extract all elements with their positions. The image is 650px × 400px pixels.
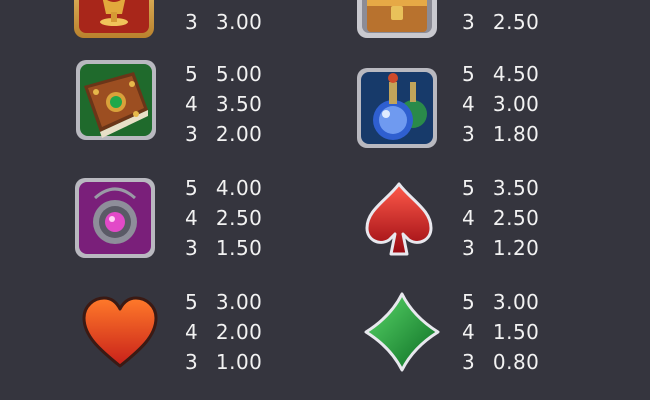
pay-value: 3.50: [215, 92, 263, 116]
pay-value: 5.00: [215, 62, 263, 86]
pay-row: 3 2.50: [462, 8, 539, 36]
pay-row: 4 2.50: [462, 204, 539, 232]
pay-count: 3: [185, 350, 199, 374]
pay-value: 3.00: [492, 92, 540, 116]
pay-row: 5 4.00: [185, 174, 262, 202]
pay-row: 5 4.50: [462, 60, 539, 88]
pay-count: 4: [185, 206, 199, 230]
golden-chalice-icon: [72, 0, 156, 40]
spell-book-icon: [74, 58, 158, 142]
pay-value: 4.00: [215, 176, 263, 200]
pay-count: 3: [185, 122, 199, 146]
pay-row: 4 2.50: [185, 204, 262, 232]
pay-value: 2.00: [215, 122, 263, 146]
pay-value: 1.00: [215, 350, 263, 374]
amulet-icon: [73, 176, 157, 260]
pay-value: 2.50: [492, 206, 540, 230]
pay-count: 3: [462, 350, 476, 374]
paytable-page: 3 3.00 3 2.50 5 5.00 4 3.50 3 2.00 5 4.5…: [0, 0, 650, 400]
pay-row: 3 1.80: [462, 120, 539, 148]
pay-row: 5 3.50: [462, 174, 539, 202]
pay-count: 5: [462, 62, 476, 86]
pay-count: 4: [185, 92, 199, 116]
pay-count: 4: [462, 320, 476, 344]
pay-value: 1.80: [492, 122, 540, 146]
pay-row: 3 3.00: [185, 8, 262, 36]
diamond-icon: [360, 290, 444, 374]
pay-row: 3 2.00: [185, 120, 262, 148]
pay-count: 5: [185, 176, 199, 200]
pay-row: 5 5.00: [185, 60, 262, 88]
spade-icon: [357, 178, 441, 262]
pay-row: 3 1.20: [462, 234, 539, 262]
pay-value: 3.00: [215, 290, 263, 314]
pay-row: 3 1.50: [185, 234, 262, 262]
treasure-chest-icon: [355, 0, 439, 40]
pay-count: 3: [185, 10, 199, 34]
pay-count: 3: [462, 10, 476, 34]
pay-row: 4 1.50: [462, 318, 539, 346]
pay-row: 3 0.80: [462, 348, 539, 376]
pay-count: 5: [462, 290, 476, 314]
pay-count: 3: [462, 236, 476, 260]
pay-value: 0.80: [492, 350, 540, 374]
pay-count: 5: [185, 62, 199, 86]
pay-count: 5: [462, 176, 476, 200]
pay-row: 4 3.50: [185, 90, 262, 118]
pay-row: 5 3.00: [462, 288, 539, 316]
pay-value: 2.00: [215, 320, 263, 344]
pay-count: 4: [185, 320, 199, 344]
pay-value: 3.00: [492, 290, 540, 314]
pay-count: 4: [462, 92, 476, 116]
pay-count: 4: [462, 206, 476, 230]
pay-row: 5 3.00: [185, 288, 262, 316]
pay-value: 2.50: [492, 10, 540, 34]
pay-row: 4 2.00: [185, 318, 262, 346]
pay-count: 5: [185, 290, 199, 314]
pay-value: 4.50: [492, 62, 540, 86]
pay-value: 1.50: [492, 320, 540, 344]
pay-count: 3: [462, 122, 476, 146]
pay-value: 1.20: [492, 236, 540, 260]
pay-value: 1.50: [215, 236, 263, 260]
pay-row: 3 1.00: [185, 348, 262, 376]
pay-value: 3.00: [215, 10, 263, 34]
pay-value: 2.50: [215, 206, 263, 230]
potion-bottles-icon: [355, 64, 439, 148]
pay-count: 3: [185, 236, 199, 260]
heart-icon: [78, 290, 162, 374]
pay-value: 3.50: [492, 176, 540, 200]
pay-row: 4 3.00: [462, 90, 539, 118]
